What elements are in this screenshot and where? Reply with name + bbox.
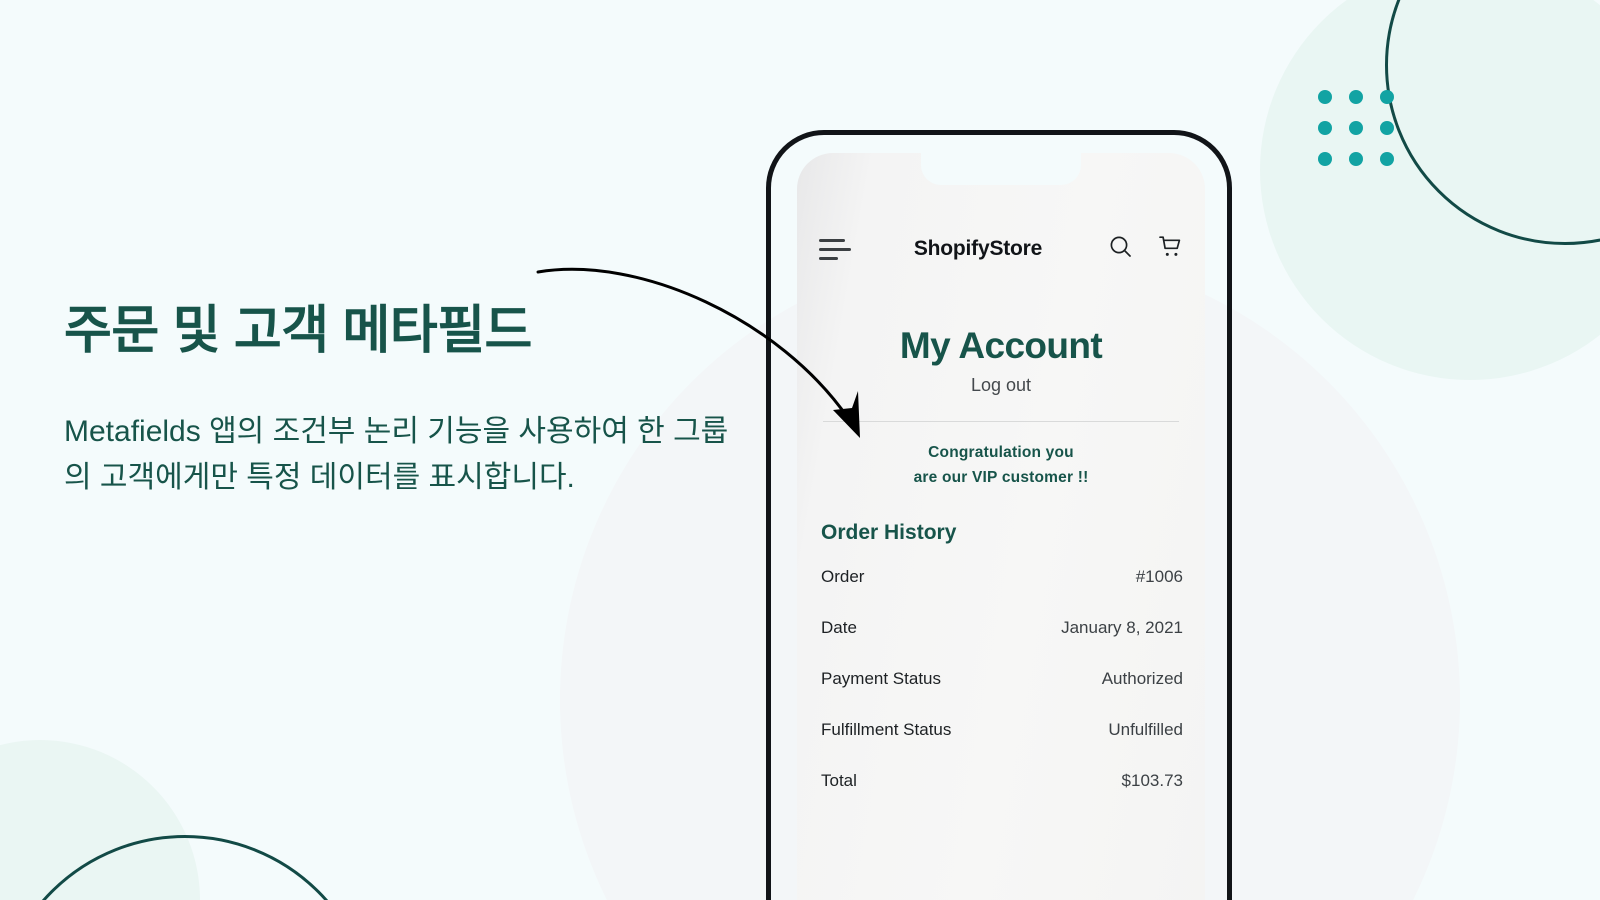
grid-dot [1318,121,1332,135]
divider [823,421,1179,422]
hamburger-line [819,256,838,260]
store-brand-title: ShopifyStore [913,237,1043,260]
hamburger-line [819,238,845,242]
row-label: Order [821,567,865,586]
dot-grid-icon [1318,90,1394,166]
grid-dot [1380,121,1394,135]
row-value: #1006 [1135,567,1183,586]
table-row: Date January 8, 2021 [821,618,1183,669]
row-value: Authorized [1101,669,1183,688]
headline: 주문 및 고객 메타필드 [64,302,532,360]
store-topbar: ShopifyStore [797,229,1205,269]
grid-dot [1349,152,1363,166]
search-icon[interactable] [1109,235,1132,263]
phone-screen: ShopifyStore My Account Log out Congratu… [797,153,1205,900]
grid-dot [1318,152,1332,166]
marketing-copy: 주문 및 고객 메타필드 Metafields 앱의 조건부 논리 기능을 사용… [64,300,764,501]
table-row: Total $103.73 [821,771,1183,822]
row-label: Fulfillment Status [821,720,952,739]
table-row: Payment Status Authorized [821,669,1183,720]
phone-mockup: ShopifyStore My Account Log out Congratu… [766,130,1232,900]
body-paragraph: Metafields 앱의 조건부 논리 기능을 사용하여 한 그룹의 고객에게… [64,415,729,495]
vip-message: Congratulation you are our VIP customer … [797,441,1205,491]
row-label: Date [821,618,857,637]
table-row: Order #1006 [821,567,1183,618]
order-history-heading: Order History [821,521,957,544]
grid-dot [1318,90,1332,104]
grid-dot [1380,90,1394,104]
phone-notch [921,153,1081,185]
row-value: Unfulfilled [1108,720,1183,739]
row-label: Total [821,771,857,790]
topbar-icon-group [1109,235,1183,264]
order-details-list: Order #1006 Date January 8, 2021 Payment… [821,567,1183,822]
row-value: January 8, 2021 [1061,618,1183,637]
grid-dot [1349,90,1363,104]
grid-dot [1349,121,1363,135]
vip-message-line2: are our VIP customer !! [913,468,1089,486]
vip-message-line1: Congratulation you [928,444,1074,461]
page-title: My Account [899,325,1103,366]
table-row: Fulfillment Status Unfulfilled [821,720,1183,771]
cart-icon[interactable] [1158,235,1183,264]
logout-link[interactable]: Log out [797,375,1205,396]
row-value: $103.73 [1121,771,1183,790]
grid-dot [1380,152,1394,166]
row-label: Payment Status [821,669,942,688]
